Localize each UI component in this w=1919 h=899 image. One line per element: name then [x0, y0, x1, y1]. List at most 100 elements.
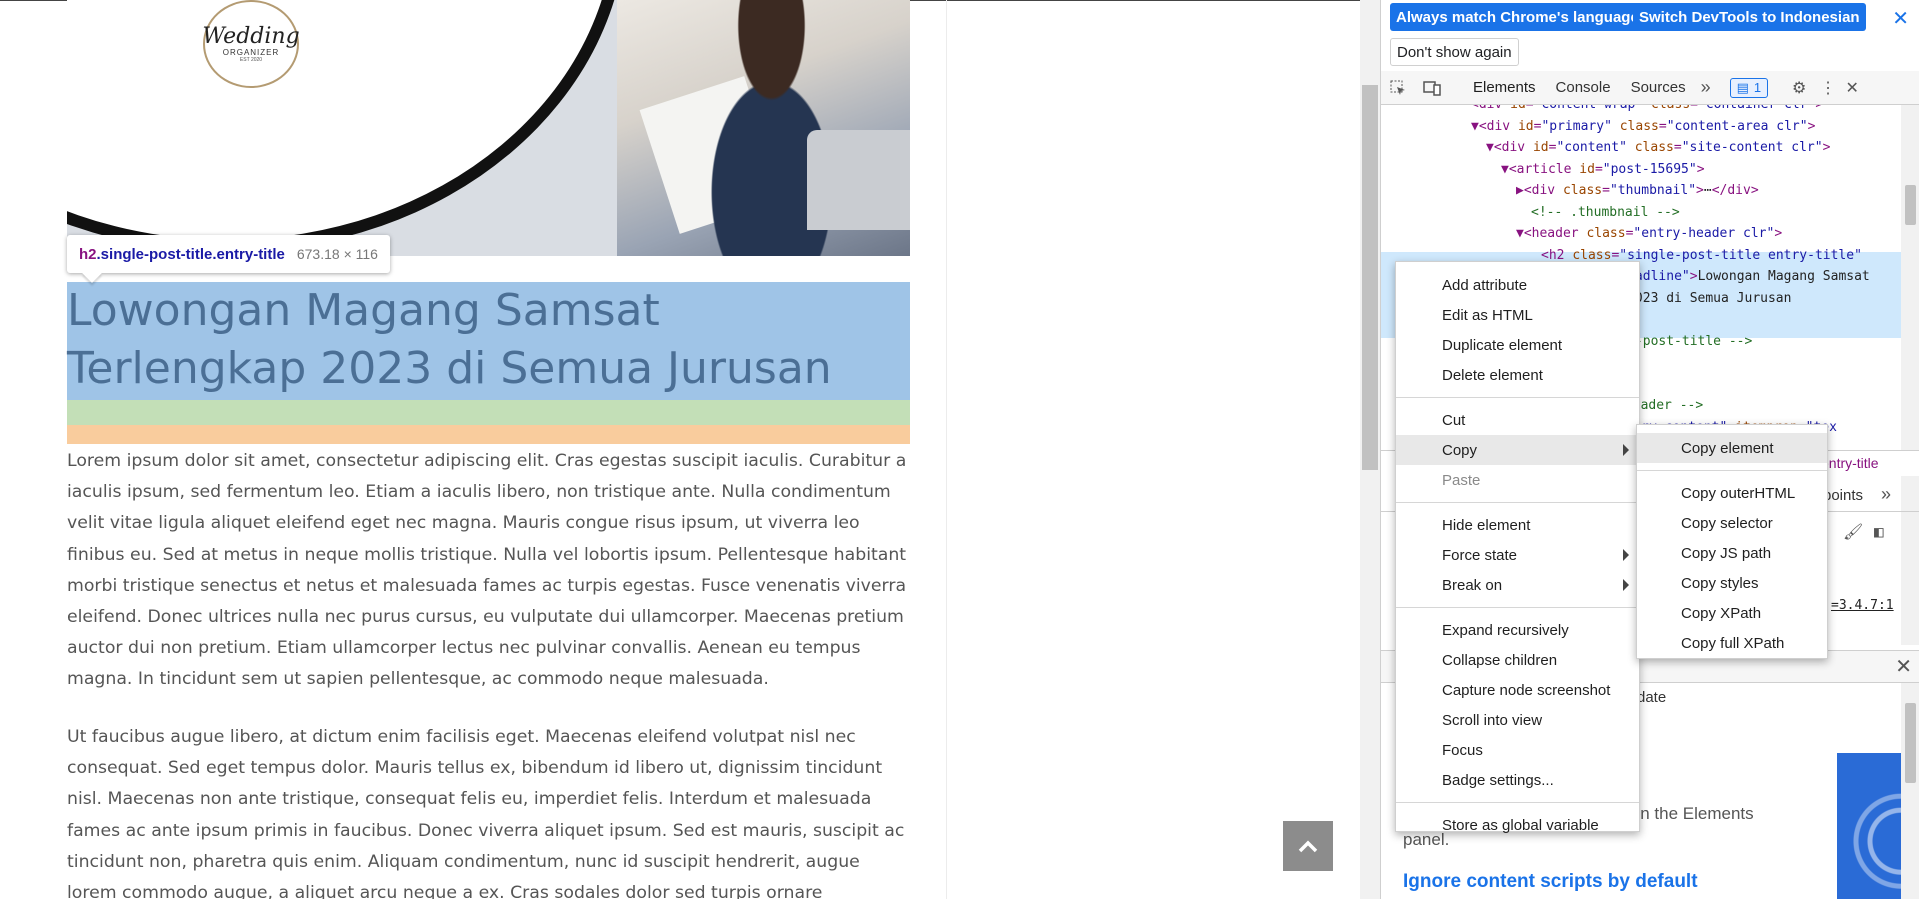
device-toggle-icon[interactable]: [1415, 71, 1449, 105]
menu-item-scroll-into-view[interactable]: Scroll into view: [1396, 705, 1639, 735]
menu-item-label: Capture node screenshot: [1442, 681, 1611, 699]
menu-item-label: Add attribute: [1442, 276, 1528, 294]
menu-item-capture-node-screenshot[interactable]: Capture node screenshot: [1396, 675, 1639, 705]
menu-item-break-on[interactable]: Break on: [1396, 570, 1639, 600]
menu-item-label: Focus: [1442, 741, 1483, 759]
tree-node[interactable]: <div id="content-wrap" class="container …: [1471, 105, 1823, 116]
post-title[interactable]: Lowongan Magang Samsat Terlengkap 2023 d…: [67, 282, 910, 398]
style-source-link[interactable]: =3.4.7:1: [1831, 598, 1894, 613]
breadcrumb-item[interactable]: entry-title: [1821, 455, 1879, 471]
devtools-tabbar: Elements Console Sources » ▤ 1 ⚙ ⋮ ✕: [1381, 71, 1919, 105]
menu-item-cut[interactable]: Cut: [1396, 405, 1639, 435]
menu-item-duplicate-element[interactable]: Duplicate element: [1396, 330, 1639, 360]
menu-item-label: Cut: [1442, 411, 1466, 429]
copy-menu-item-copy-js-path[interactable]: Copy JS path: [1637, 538, 1827, 568]
close-icon[interactable]: ✕: [1840, 71, 1864, 105]
menu-item-label: Copy outerHTML: [1681, 484, 1796, 502]
ignore-content-scripts-link[interactable]: Ignore content scripts by default: [1403, 871, 1698, 893]
sidebar-divider: [946, 0, 947, 899]
menu-item-label: Scroll into view: [1442, 711, 1543, 729]
post-paragraph: Ut faucibus augue libero, at dictum enim…: [67, 727, 905, 899]
inspect-highlight-padding: [67, 400, 910, 425]
page-scrollbar-thumb[interactable]: [1362, 85, 1378, 470]
menu-item-edit-as-html[interactable]: Edit as HTML: [1396, 300, 1639, 330]
menu-item-label: Copy: [1442, 441, 1478, 459]
elements-scrollbar-thumb[interactable]: [1905, 185, 1916, 225]
tree-node[interactable]: ▼<header class="entry-header clr">: [1516, 223, 1782, 245]
copy-menu-item-copy-element[interactable]: Copy element: [1637, 433, 1827, 463]
more-tabs-icon[interactable]: »: [1696, 71, 1716, 105]
tab-breakpoints[interactable]: points: [1823, 487, 1863, 504]
menu-item-collapse-children[interactable]: Collapse children: [1396, 645, 1639, 675]
menu-item-label: Break on: [1442, 576, 1503, 594]
issues-icon: ▤: [1736, 79, 1749, 95]
inspect-highlight-margin: [67, 425, 910, 444]
menu-item-label: Expand recursively: [1442, 621, 1569, 639]
menu-item-store-as-global-variable[interactable]: Store as global variable: [1396, 810, 1639, 840]
screen: Wedding ORGANIZER EST 2020 Lowongan Maga…: [0, 0, 1919, 899]
tooltip-selector: h2.single-post-title.entry-title: [79, 245, 285, 263]
copy-menu-item-copy-styles[interactable]: Copy styles: [1637, 568, 1827, 598]
menu-item-label: Copy selector: [1681, 514, 1773, 532]
submenu-arrow-icon: [1623, 549, 1629, 561]
copy-submenu: Copy element Copy outerHTML Copy selector C…: [1636, 424, 1828, 659]
page-scrollbar[interactable]: [1360, 0, 1380, 899]
drawer-scrollbar[interactable]: [1901, 683, 1919, 899]
menu-item-expand-recursively[interactable]: Expand recursively: [1396, 615, 1639, 645]
menu-item-delete-element[interactable]: Delete element: [1396, 360, 1639, 390]
menu-item-label: Collapse children: [1442, 651, 1558, 669]
menu-item-add-attribute[interactable]: Add attribute: [1396, 270, 1639, 300]
switch-language-button[interactable]: Switch DevTools to Indonesian: [1633, 3, 1866, 31]
submenu-arrow-icon: [1623, 444, 1629, 456]
menu-item-badge-settings[interactable]: Badge settings...: [1396, 765, 1639, 795]
wedding-organizer-logo: Wedding ORGANIZER EST 2020: [202, 0, 300, 88]
menu-separator: [1396, 502, 1639, 503]
featured-image: Wedding ORGANIZER EST 2020: [67, 0, 910, 256]
match-chrome-language-button[interactable]: Always match Chrome's language: [1390, 3, 1645, 31]
tab-elements[interactable]: Elements: [1463, 71, 1546, 105]
web-page: Wedding ORGANIZER EST 2020 Lowongan Maga…: [0, 0, 1360, 899]
tree-node[interactable]: ▼<div id="content" class="site-content c…: [1486, 137, 1830, 159]
settings-gear-icon[interactable]: ⚙: [1782, 71, 1816, 105]
menu-item-label: Copy styles: [1681, 574, 1759, 592]
menu-item-label: Store as global variable: [1442, 816, 1599, 834]
tab-console[interactable]: Console: [1546, 71, 1621, 105]
tree-node[interactable]: <!-- .thumbnail -->: [1531, 202, 1680, 224]
menu-item-label: Copy XPath: [1681, 604, 1762, 622]
close-icon[interactable]: ✕: [1895, 654, 1912, 679]
paint-icon[interactable]: 🖌: [1843, 522, 1863, 541]
tree-node[interactable]: ▼<article id="post-15695">: [1501, 159, 1705, 181]
copy-menu-item-copy-selector[interactable]: Copy selector: [1637, 508, 1827, 538]
menu-item-copy[interactable]: Copy: [1396, 435, 1639, 465]
tab-sources[interactable]: Sources: [1621, 71, 1696, 105]
drawer-scrollbar-thumb[interactable]: [1905, 703, 1916, 783]
context-menu: Add attribute Edit as HTML Duplicate eleme…: [1395, 261, 1640, 834]
menu-item-hide-element[interactable]: Hide element: [1396, 510, 1639, 540]
close-icon[interactable]: ✕: [1892, 6, 1909, 31]
kebab-menu-icon[interactable]: ⋮: [1816, 71, 1840, 105]
inspect-tooltip: h2.single-post-title.entry-title 673.18 …: [67, 235, 390, 283]
menu-separator: [1637, 470, 1827, 471]
chevron-up-icon: [1298, 840, 1318, 853]
menu-item-label: Hide element: [1442, 516, 1531, 534]
copy-menu-item-copy-outerhtml[interactable]: Copy outerHTML: [1637, 478, 1827, 508]
copy-menu-item-copy-full-xpath[interactable]: Copy full XPath: [1637, 628, 1827, 658]
inspect-icon[interactable]: [1381, 71, 1415, 105]
sidebar-toggle-icon[interactable]: ◧: [1874, 522, 1884, 541]
tree-node[interactable]: ▶<div class="thumbnail">⋯</div>: [1516, 180, 1759, 202]
post-paragraph: Lorem ipsum dolor sit amet, consectetur …: [67, 451, 907, 690]
menu-item-paste: Paste: [1396, 465, 1639, 495]
menu-item-label: Copy JS path: [1681, 544, 1772, 562]
menu-separator: [1396, 607, 1639, 608]
menu-item-label: Paste: [1442, 471, 1481, 489]
tree-node[interactable]: ▼<div id="primary" class="content-area c…: [1471, 116, 1815, 138]
menu-separator: [1396, 802, 1639, 803]
menu-item-focus[interactable]: Focus: [1396, 735, 1639, 765]
more-subtabs-icon[interactable]: »: [1881, 484, 1891, 505]
promo-image: [1837, 753, 1901, 899]
issues-badge[interactable]: ▤ 1: [1729, 77, 1769, 98]
dont-show-again-button[interactable]: Don't show again: [1390, 38, 1519, 66]
copy-menu-item-copy-xpath[interactable]: Copy XPath: [1637, 598, 1827, 628]
menu-item-force-state[interactable]: Force state: [1396, 540, 1639, 570]
scroll-to-top-button[interactable]: [1283, 821, 1333, 871]
